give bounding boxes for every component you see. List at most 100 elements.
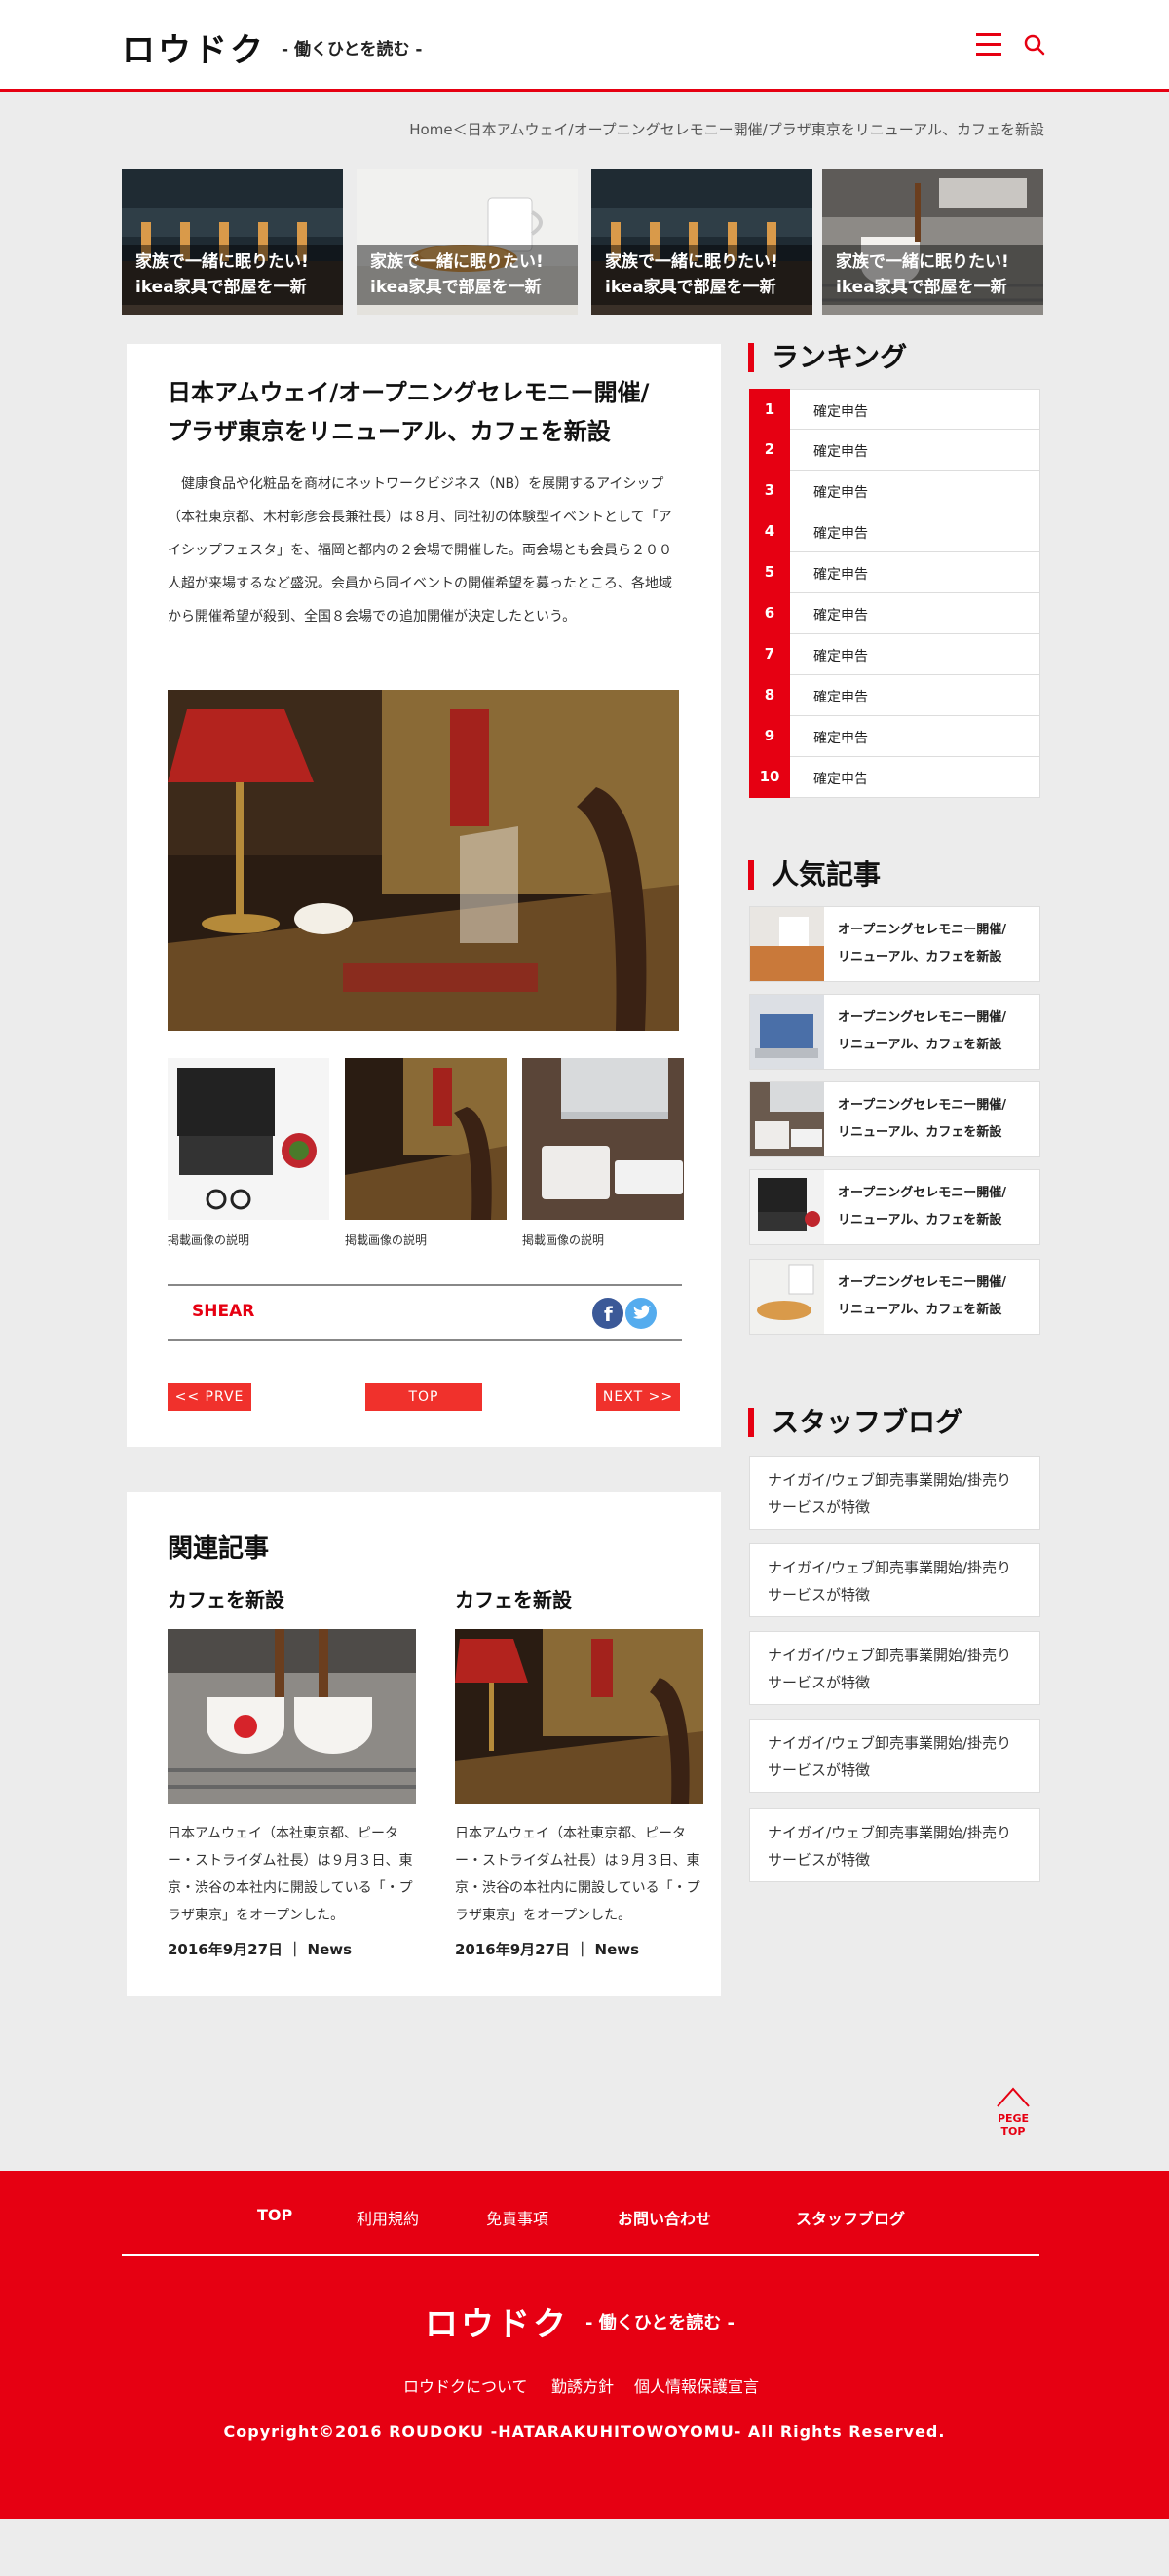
footer-link-policy[interactable]: 勤誘方針 (551, 2373, 614, 2397)
article-card: 日本アムウェイ/オープニングセレモニー開催/プラザ東京をリニューアル、カフェを新… (127, 344, 721, 1447)
prev-button[interactable]: << PRVE (168, 1383, 251, 1411)
page-top-button[interactable]: PEGE TOP (984, 2085, 1042, 2138)
popular-item-title: オープニングセレモニー開催/リニューアル、カフェを新設 (838, 923, 1006, 965)
related-heading: 関連記事 (168, 1534, 270, 1564)
next-button[interactable]: NEXT >> (596, 1383, 680, 1411)
thumbnail-photo (345, 1058, 507, 1220)
related-item-title: カフェを新設 (455, 1588, 572, 1611)
popular-item-photo (750, 1170, 824, 1244)
popular-item-title: オープニングセレモニー開催/リニューアル、カフェを新設 (838, 1098, 1006, 1140)
hamburger-menu-icon[interactable] (976, 33, 1001, 57)
staff-blog-item[interactable]: ナイガイ/ウェブ卸売事業開始/掛売り サービスが特徴 (749, 1456, 1040, 1530)
popular-item-photo (750, 1260, 824, 1334)
related-item-photo (168, 1629, 416, 1804)
rank-label: 確定申告 (813, 690, 868, 705)
ranking-item[interactable]: 2 確定申告 (749, 429, 1040, 471)
feature-carousel: 家族で一緒に眠りたい! ikea家具で部屋を一新 家族で一緒に眠りたい! ikea家… (122, 169, 1043, 315)
ranking-item[interactable]: 6 確定申告 (749, 592, 1040, 634)
ranking-item[interactable]: 8 確定申告 (749, 674, 1040, 716)
rank-number: 7 (749, 633, 790, 675)
thumbnail-item[interactable]: 掲載画像の説明 (345, 1058, 507, 1248)
rank-number: 5 (749, 551, 790, 593)
article-title: 日本アムウェイ/オープニングセレモニー開催/プラザ東京をリニューアル、カフェを新… (168, 379, 650, 445)
ranking-item[interactable]: 1 確定申告 (749, 389, 1040, 431)
popular-item-title: オープニングセレモニー開催/リニューアル、カフェを新設 (838, 1186, 1006, 1228)
popular-item[interactable]: オープニングセレモニー開催/リニューアル、カフェを新設 (749, 906, 1040, 982)
rank-label: 確定申告 (813, 731, 868, 746)
related-item[interactable]: カフェを新設 日本アムウェイ（本社東京都、ピーター・ストライダム社長）は９月３日… (168, 1584, 416, 1959)
popular-item[interactable]: オープニングセレモニー開催/リニューアル、カフェを新設 (749, 1081, 1040, 1157)
rank-number: 3 (749, 470, 790, 511)
footer-nav-contact[interactable]: お問い合わせ (618, 2206, 711, 2229)
staff-blog-item[interactable]: ナイガイ/ウェブ卸売事業開始/掛売り サービスが特徴 (749, 1631, 1040, 1705)
thumbnail-item[interactable]: 掲載画像の説明 (168, 1058, 329, 1248)
footer-logo[interactable]: ロウドク (425, 2297, 569, 2345)
feature-card[interactable]: 家族で一緒に眠りたい! ikea家具で部屋を一新 (357, 169, 578, 315)
rank-label: 確定申告 (813, 608, 868, 624)
rank-label: 確定申告 (813, 404, 868, 420)
svg-text:f: f (604, 1303, 613, 1326)
ranking-item[interactable]: 5 確定申告 (749, 551, 1040, 593)
footer-link-privacy[interactable]: 個人情報保護宣言 (634, 2373, 759, 2397)
thumbnail-caption: 掲載画像の説明 (345, 1233, 428, 1247)
rank-number: 4 (749, 511, 790, 552)
related-item-meta: 2016年9月27日 ｜ News (455, 1941, 640, 1958)
popular-heading: 人気記事 (748, 860, 881, 890)
feature-caption: 家族で一緒に眠りたい! ikea家具で部屋を一新 (357, 245, 578, 305)
popular-item-photo (750, 1082, 824, 1156)
rank-label: 確定申告 (813, 649, 868, 664)
page-top-label: PEGE TOP (997, 2112, 1030, 2138)
feature-card[interactable]: 家族で一緒に眠りたい! ikea家具で部屋を一新 (122, 169, 343, 315)
feature-card[interactable]: 家族で一緒に眠りたい! ikea家具で部屋を一新 (591, 169, 812, 315)
feature-caption: 家族で一緒に眠りたい! ikea家具で部屋を一新 (822, 245, 1043, 305)
footer-nav-top[interactable]: TOP (257, 2206, 292, 2224)
popular-item[interactable]: オープニングセレモニー開催/リニューアル、カフェを新設 (749, 994, 1040, 1070)
staff-blog-item[interactable]: ナイガイ/ウェブ卸売事業開始/掛売り サービスが特徴 (749, 1543, 1040, 1617)
rank-number: 2 (749, 429, 790, 471)
site-tagline: - 働くひとを読む - (282, 40, 423, 59)
feature-card[interactable]: 家族で一緒に眠りたい! ikea家具で部屋を一新 (822, 169, 1043, 315)
popular-item[interactable]: オープニングセレモニー開催/リニューアル、カフェを新設 (749, 1259, 1040, 1335)
ranking-heading: ランキング (748, 343, 907, 372)
related-item-photo (455, 1629, 703, 1804)
rank-number: 6 (749, 592, 790, 634)
feature-caption: 家族で一緒に眠りたい! ikea家具で部屋を一新 (591, 245, 812, 305)
rank-label: 確定申告 (813, 485, 868, 501)
footer-tagline: - 働くひとを読む - (585, 2313, 735, 2333)
ranking-item[interactable]: 4 確定申告 (749, 511, 1040, 552)
facebook-icon[interactable]: f (592, 1298, 623, 1329)
ranking-item[interactable]: 7 確定申告 (749, 633, 1040, 675)
thumbnail-caption: 掲載画像の説明 (522, 1233, 605, 1247)
chevron-up-icon (997, 2087, 1030, 2107)
footer-nav-disclaimer[interactable]: 免責事項 (486, 2206, 548, 2229)
feature-caption: 家族で一緒に眠りたい! ikea家具で部屋を一新 (122, 245, 343, 305)
twitter-icon[interactable] (625, 1298, 657, 1329)
footer-nav-terms[interactable]: 利用規約 (357, 2206, 419, 2229)
rank-label: 確定申告 (813, 772, 868, 787)
staff-blog-item[interactable]: ナイガイ/ウェブ卸売事業開始/掛売り サービスが特徴 (749, 1719, 1040, 1793)
footer-link-about[interactable]: ロウドクについて (403, 2373, 528, 2397)
site-logo[interactable]: ロウドク (122, 23, 266, 71)
search-icon[interactable] (1023, 33, 1046, 57)
share-label: SHEAR (192, 1302, 255, 1321)
site-header: ロウドク - 働くひとを読む - (0, 0, 1169, 92)
related-item[interactable]: カフェを新設 日本アムウェイ（本社東京都、ピーター・ストライダム社長）は９月３日… (455, 1584, 703, 1959)
popular-item-photo (750, 907, 824, 981)
rank-number: 9 (749, 715, 790, 757)
related-item-title: カフェを新設 (168, 1588, 284, 1611)
ranking-item[interactable]: 10 確定申告 (749, 756, 1040, 798)
top-button[interactable]: TOP (365, 1383, 482, 1411)
rank-label: 確定申告 (813, 444, 868, 460)
ranking-item[interactable]: 9 確定申告 (749, 715, 1040, 757)
popular-item-title: オープニングセレモニー開催/リニューアル、カフェを新設 (838, 1010, 1006, 1052)
popular-item[interactable]: オープニングセレモニー開催/リニューアル、カフェを新設 (749, 1169, 1040, 1245)
related-articles: 関連記事 カフェを新設 日本アムウェイ（本社東京都、ピーター・ストライダム社長）… (127, 1492, 721, 1996)
rank-number: 10 (749, 756, 790, 798)
related-item-desc: 日本アムウェイ（本社東京都、ピーター・ストライダム社長）は９月３日、東京・渋谷の… (455, 1826, 700, 1923)
footer-nav-staff-blog[interactable]: スタッフブログ (796, 2206, 905, 2229)
staff-blog-item[interactable]: ナイガイ/ウェブ卸売事業開始/掛売り サービスが特徴 (749, 1808, 1040, 1882)
thumbnail-photo (168, 1058, 329, 1220)
ranking-item[interactable]: 3 確定申告 (749, 470, 1040, 511)
breadcrumb[interactable]: Home＜日本アムウェイ/オープニングセレモニー開催/プラザ東京をリニューアル、… (409, 119, 1044, 139)
thumbnail-item[interactable]: 掲載画像の説明 (522, 1058, 684, 1248)
